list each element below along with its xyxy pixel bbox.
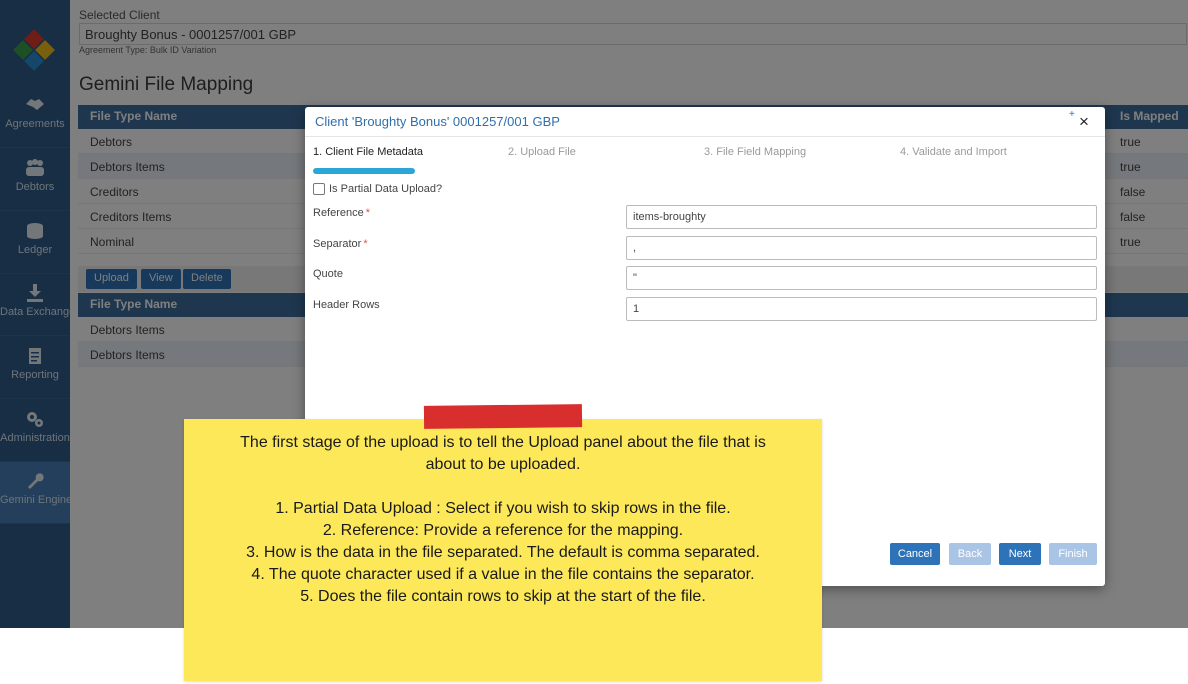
partial-upload-label: Is Partial Data Upload? [329,183,443,195]
step-upload-file[interactable]: 2. Upload File [508,146,576,158]
note-line: 1. Partial Data Upload : Select if you w… [275,500,731,517]
next-button[interactable]: Next [999,543,1041,565]
note-line: The first stage of the upload is to tell… [240,434,766,451]
modal-title: Client 'Broughty Bonus' 0001257/001 GBP [315,114,560,129]
cancel-button[interactable]: Cancel [890,543,940,565]
quote-label: Quote [313,268,343,280]
finish-button[interactable]: Finish [1049,543,1097,565]
required-mark: * [363,238,368,250]
note-tape [423,404,583,429]
close-icon[interactable]: × [1079,113,1089,130]
note-line: 4. The quote character used if a value i… [251,566,755,583]
required-mark: * [365,207,371,219]
instruction-note: The first stage of the upload is to tell… [184,419,822,681]
header-rows-input[interactable]: 1 [626,297,1097,321]
quote-input[interactable]: " [626,266,1097,290]
modal-header: Client 'Broughty Bonus' 0001257/001 GBP … [305,107,1105,137]
note-line: 5. Does the file contain rows to skip at… [300,588,706,605]
separator-label: Separator * [313,238,368,250]
plus-icon[interactable]: + [1069,109,1075,120]
reference-label: Reference * [313,207,371,219]
step-client-file-metadata[interactable]: 1. Client File Metadata [313,146,423,158]
note-line: 3. How is the data in the file separated… [246,544,760,561]
reference-input[interactable]: items-broughty [626,205,1097,229]
note-text: The first stage of the upload is to tell… [190,432,816,608]
partial-upload-checkbox[interactable] [313,183,325,195]
header-rows-label: Header Rows [313,299,380,311]
note-line [190,476,816,498]
separator-input[interactable]: , [626,236,1097,260]
step-file-field-mapping[interactable]: 3. File Field Mapping [704,146,806,158]
note-line: 2. Reference: Provide a reference for th… [322,522,684,539]
step-progress-bar [313,168,415,174]
back-button[interactable]: Back [949,543,991,565]
step-validate-and-import[interactable]: 4. Validate and Import [900,146,1007,158]
note-line: about to be uploaded. [425,456,581,473]
